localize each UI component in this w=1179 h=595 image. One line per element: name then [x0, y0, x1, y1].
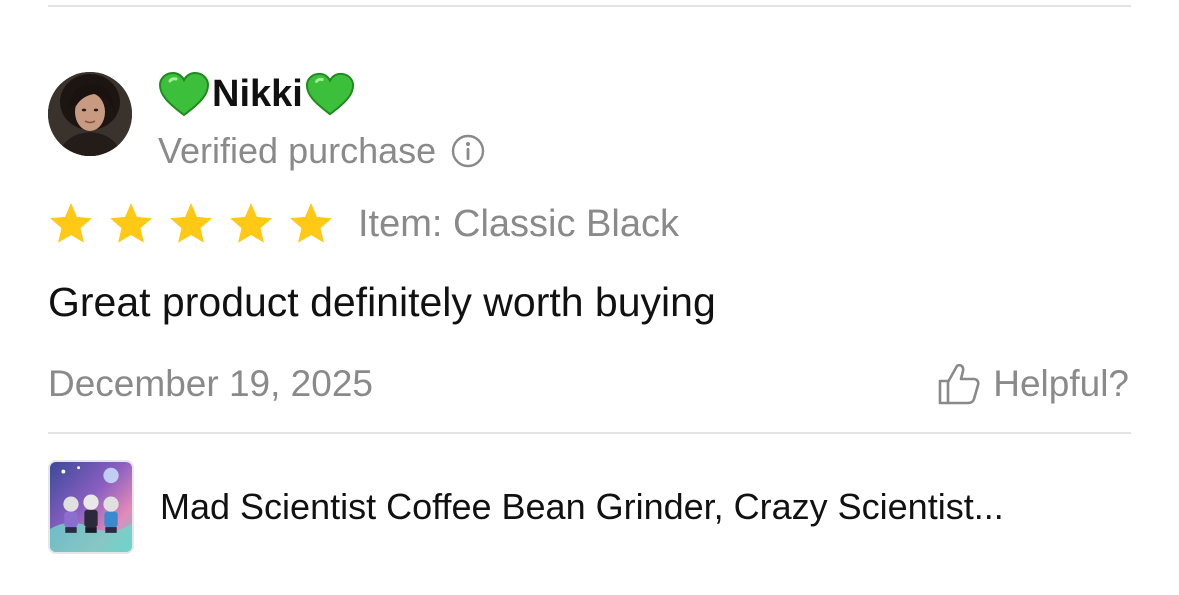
item-variant-label: Item: Classic Black: [358, 203, 679, 245]
product-thumbnail[interactable]: [48, 460, 134, 554]
verified-purchase-label: Verified purchase: [158, 130, 437, 171]
reviewer-name-row: Nikki: [158, 68, 355, 120]
info-icon[interactable]: [450, 133, 486, 169]
product-title[interactable]: Mad Scientist Coffee Bean Grinder, Crazy…: [160, 483, 1004, 531]
top-divider: [48, 5, 1131, 7]
green-heart-icon: [305, 72, 354, 116]
thumbs-up-icon: [938, 363, 980, 405]
star-icon: [290, 203, 332, 243]
reviewer-avatar[interactable]: [48, 72, 132, 156]
star-icon: [110, 203, 152, 243]
star-rating: [48, 201, 334, 247]
reviewer-name[interactable]: Nikki: [212, 68, 303, 120]
star-icon: [230, 203, 272, 243]
rating-row: Item: Classic Black: [48, 196, 679, 252]
review-text: Great product definitely worth buying: [48, 279, 716, 325]
section-divider: [48, 432, 1131, 434]
product-link[interactable]: Mad Scientist Coffee Bean Grinder, Crazy…: [48, 458, 1131, 556]
review-date: December 19, 2025: [48, 363, 373, 404]
helpful-button[interactable]: Helpful?: [935, 358, 1129, 410]
star-icon: [50, 203, 92, 243]
avatar-photo: [48, 72, 132, 156]
product-image: [50, 462, 132, 552]
star-icon: [170, 203, 212, 243]
verified-purchase-row: Verified purchase: [158, 128, 486, 174]
green-heart-icon: [158, 71, 210, 117]
helpful-label: Helpful?: [993, 363, 1129, 404]
